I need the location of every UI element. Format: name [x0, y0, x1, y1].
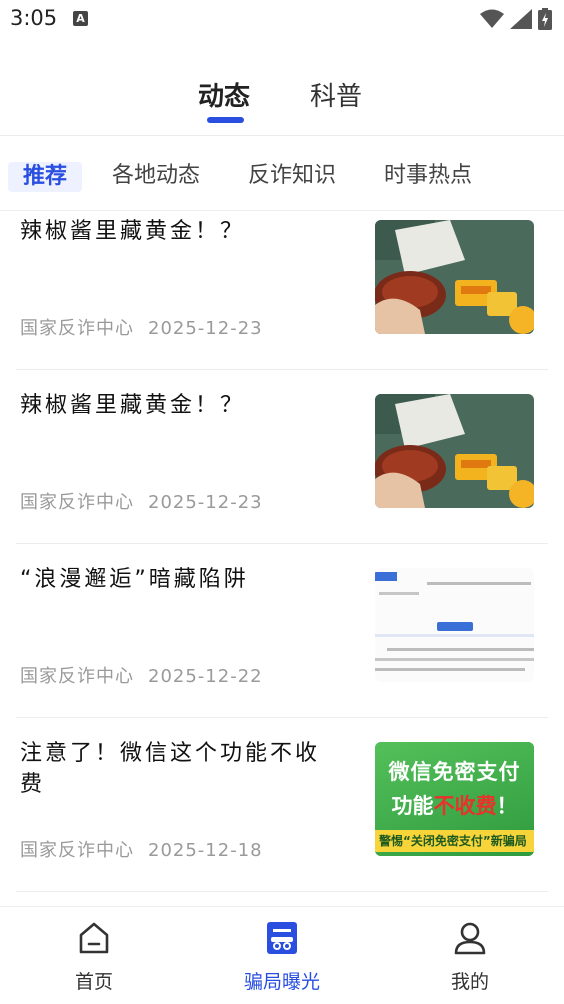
- status-time: 3:05: [10, 6, 58, 30]
- top-tabs: 动态 科普: [0, 60, 564, 136]
- news-title: 辣椒酱里藏黄金！？: [20, 393, 246, 418]
- nav-home-label: 首页: [74, 971, 113, 993]
- news-source: 国家反诈中心: [20, 318, 134, 339]
- status-icons: [480, 8, 552, 30]
- news-source: 国家反诈中心: [20, 492, 134, 513]
- news-source: 国家反诈中心: [20, 840, 134, 861]
- news-thumbnail-document: [375, 568, 534, 682]
- news-title: “浪漫邂逅”暗藏陷阱: [20, 567, 249, 592]
- news-item[interactable]: “浪漫邂逅”暗藏陷阱 国家反诈中心 2025-12-22: [0, 544, 564, 718]
- poster-warning-banner: 警惕“关闭免密支付”新骗局: [375, 830, 534, 852]
- chili-sauce-image: [375, 220, 534, 334]
- news-date: 2025-12-22: [148, 666, 263, 687]
- news-date: 2025-12-18: [148, 840, 263, 861]
- poster-subheading-emphasis: 不收费: [433, 794, 497, 818]
- news-item[interactable]: 辣椒酱里藏黄金！？ 国家反诈中心 2025-12-23: [0, 370, 564, 544]
- news-meta: 国家反诈中心 2025-12-18: [20, 836, 263, 862]
- news-item[interactable]: 注意了！微信这个功能不收费 国家反诈中心 2025-12-18 微信免密支付 功能…: [0, 718, 564, 892]
- nav-profile-label: 我的: [450, 971, 489, 993]
- chili-sauce-image: [375, 394, 534, 508]
- signal-icon: [510, 9, 532, 29]
- news-thumbnail-chili: [375, 220, 534, 334]
- news-thumbnail-chili: [375, 394, 534, 508]
- category-tab-knowledge[interactable]: 反诈知识: [248, 162, 336, 190]
- status-bar: 3:05 A: [0, 0, 564, 40]
- news-source: 国家反诈中心: [20, 666, 134, 687]
- poster-subheading-prefix: 功能: [391, 794, 434, 818]
- home-icon: [79, 922, 109, 954]
- news-meta: 国家反诈中心 2025-12-23: [20, 488, 263, 514]
- nav-profile[interactable]: 我的: [420, 921, 520, 994]
- news-thumbnail-wechat-pay: 微信免密支付 功能不收费！ 警惕“关闭免密支付”新骗局: [375, 742, 534, 856]
- battery-icon: [538, 8, 552, 30]
- scam-exposure-icon: [267, 922, 297, 954]
- document-screenshot-image: [375, 568, 534, 682]
- category-tab-local[interactable]: 各地动态: [112, 162, 200, 190]
- news-item[interactable]: 辣椒酱里藏黄金！？ 国家反诈中心 2025-12-23: [0, 212, 564, 370]
- news-meta: 国家反诈中心 2025-12-22: [20, 662, 263, 688]
- category-tab-recommend[interactable]: 推荐: [8, 162, 82, 192]
- category-tabs: 推荐 各地动态 反诈知识 时事热点: [0, 137, 564, 211]
- nav-scam-exposure[interactable]: 骗局曝光: [232, 921, 332, 994]
- news-date: 2025-12-23: [148, 318, 263, 339]
- wifi-icon: [480, 9, 504, 28]
- active-tab-indicator: [207, 117, 244, 123]
- divider: [16, 891, 548, 892]
- news-list: 辣椒酱里藏黄金！？ 国家反诈中心 2025-12-23 辣椒酱里藏黄金！？ 国家反: [0, 212, 564, 906]
- notification-a-icon: A: [73, 11, 88, 26]
- poster-subheading-suffix: ！: [496, 794, 518, 818]
- news-title: 注意了！微信这个功能不收费: [20, 741, 321, 797]
- category-tab-hot[interactable]: 时事热点: [384, 162, 472, 190]
- poster-heading: 微信免密支付: [388, 760, 521, 784]
- news-date: 2025-12-23: [148, 492, 263, 513]
- profile-icon: [454, 922, 486, 955]
- tab-kepu[interactable]: 科普: [310, 76, 362, 113]
- nav-scam-exposure-label: 骗局曝光: [243, 971, 320, 993]
- nav-home[interactable]: 首页: [44, 921, 144, 994]
- bottom-navigation: 首页 骗局曝光 我的: [0, 906, 564, 1004]
- poster-subheading: 功能不收费！: [375, 790, 534, 820]
- news-title: 辣椒酱里藏黄金！？: [20, 219, 246, 244]
- tab-dongtai[interactable]: 动态: [198, 76, 250, 113]
- news-meta: 国家反诈中心 2025-12-23: [20, 314, 263, 340]
